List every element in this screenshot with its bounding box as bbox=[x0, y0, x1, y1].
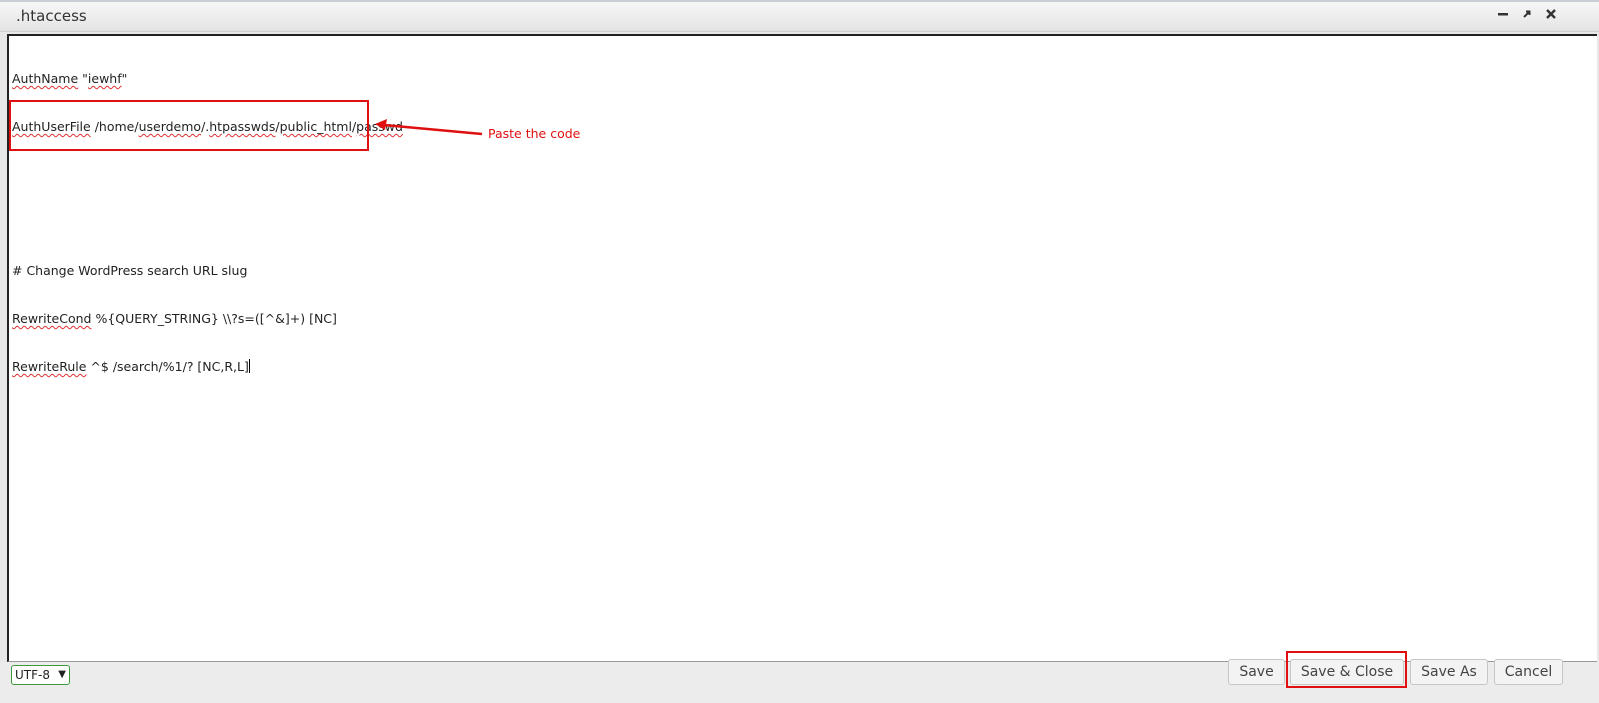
code-token: AuthName bbox=[12, 71, 79, 86]
code-token: RewriteCond bbox=[12, 311, 92, 326]
code-token: %{QUERY_STRING} \\?s=([^&]+) [NC] bbox=[91, 311, 337, 326]
code-token: " bbox=[78, 71, 88, 86]
window-title: .htaccess bbox=[16, 7, 87, 25]
code-token: RewriteRule bbox=[12, 359, 87, 374]
pasted-code-highlight bbox=[9, 100, 369, 151]
window-titlebar: .htaccess bbox=[0, 0, 1599, 32]
code-token: " bbox=[121, 71, 128, 86]
cancel-button[interactable]: Cancel bbox=[1494, 659, 1563, 685]
minimize-icon[interactable] bbox=[1495, 8, 1511, 26]
save-as-button[interactable]: Save As bbox=[1410, 659, 1488, 685]
code-line-rewritecond: RewriteCond %{QUERY_STRING} \\?s=([^&]+)… bbox=[12, 311, 403, 327]
code-line-rewriterule: RewriteRule ^$ /search/%1/? [NC,R,L] bbox=[12, 359, 403, 375]
annotation-arrow-icon bbox=[375, 119, 483, 136]
code-token: iewhf bbox=[87, 71, 122, 86]
code-token: # Change WordPress search URL slug bbox=[12, 263, 248, 278]
code-line-comment: # Change WordPress search URL slug bbox=[12, 263, 403, 279]
restore-icon[interactable] bbox=[1519, 8, 1535, 26]
encoding-value: UTF-8 bbox=[15, 668, 50, 682]
close-icon[interactable] bbox=[1543, 8, 1559, 26]
save-button[interactable]: Save bbox=[1228, 659, 1285, 685]
save-and-close-highlight bbox=[1286, 651, 1407, 688]
text-caret bbox=[248, 359, 250, 373]
annotation-label: Paste the code bbox=[488, 126, 581, 141]
code-content[interactable]: AuthName "iewhf" AuthUserFile /home/user… bbox=[12, 39, 403, 407]
code-token: ^$ /search/%1/? [NC,R,L] bbox=[86, 359, 249, 374]
code-line-authname: AuthName "iewhf" bbox=[12, 71, 403, 87]
encoding-select[interactable]: UTF-8 ▼ bbox=[11, 665, 70, 685]
chevron-down-icon: ▼ bbox=[58, 669, 66, 680]
